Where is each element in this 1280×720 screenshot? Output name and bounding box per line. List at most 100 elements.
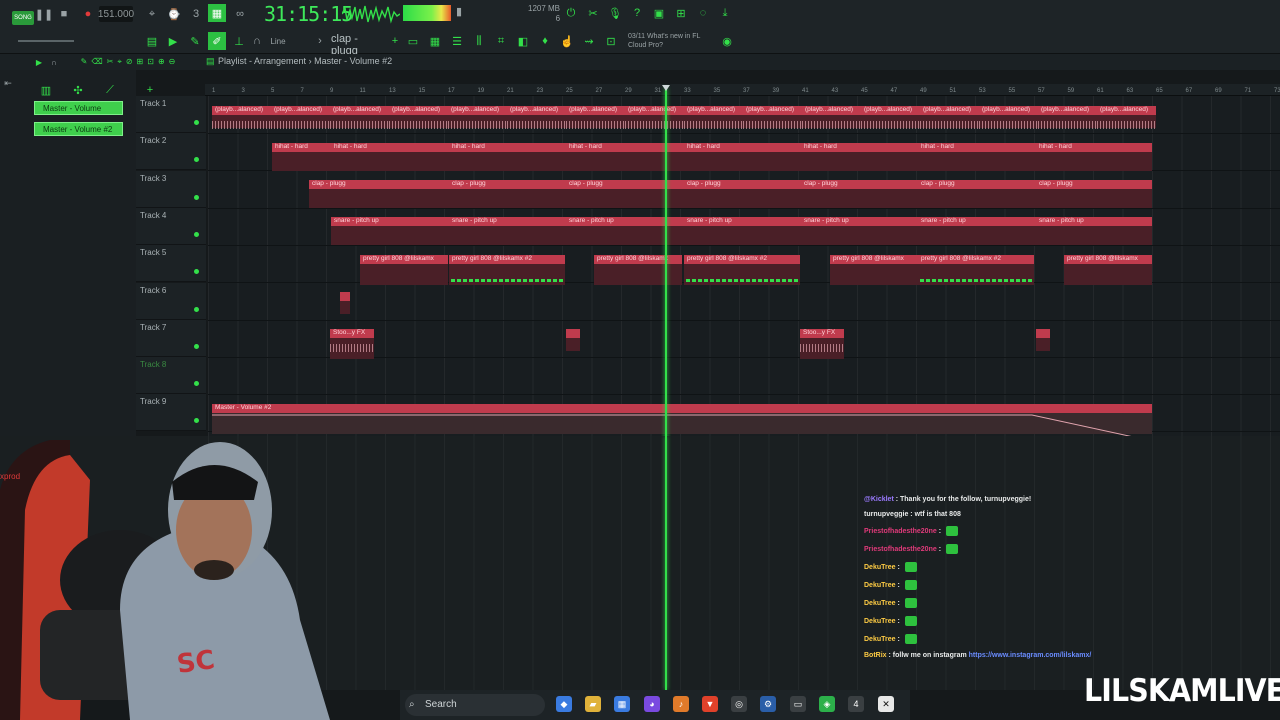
time-display[interactable]: 31:15:15 <box>264 2 353 26</box>
master-pitch-knob[interactable]: ▮ <box>455 5 463 18</box>
play-pattern-icon[interactable]: ▶ <box>166 34 180 48</box>
chat-username[interactable]: DekuTree <box>864 636 896 643</box>
help-icon[interactable]: ? <box>630 6 644 20</box>
playhead-marker-icon[interactable] <box>662 85 670 91</box>
track-mute-led[interactable] <box>194 269 199 275</box>
playlist-clip[interactable]: Stoo...y FX <box>330 329 374 359</box>
playlist-clip[interactable]: clap - plugg <box>684 180 801 208</box>
picker-patterns-icon[interactable]: ▥ <box>40 84 52 97</box>
capcut-icon[interactable]: ✕ <box>878 696 894 712</box>
playlist-clip[interactable]: hihat - hard <box>272 143 331 171</box>
playlist-clip[interactable]: (playb...alanced) <box>861 106 920 129</box>
channel-rack-icon[interactable]: ▦ <box>428 34 442 48</box>
faders-icon[interactable]: ⫼ <box>472 34 486 48</box>
track-header[interactable]: Track 7 <box>136 319 206 357</box>
playlist-clip[interactable]: hihat - hard <box>1036 143 1152 171</box>
app-icon-2[interactable]: ◈ <box>819 696 835 712</box>
playlist-clip[interactable]: clap - plugg <box>449 180 566 208</box>
playlist-clip[interactable]: Stoo...y FX <box>800 329 844 359</box>
playlist-clip[interactable]: (playb...alanced) <box>979 106 1038 129</box>
track-mute-led[interactable] <box>194 157 199 163</box>
playlist-clip[interactable]: (playb...alanced) <box>1097 106 1156 129</box>
countdown-icon[interactable]: 3 <box>188 6 204 22</box>
pencil-icon[interactable]: ✎ <box>188 34 202 48</box>
picker-item-2[interactable]: Master - Volume #2 <box>34 122 123 136</box>
playlist-clip[interactable]: hihat - hard <box>449 143 566 171</box>
track-header[interactable]: Track 4 <box>136 207 206 245</box>
playlist-clip[interactable]: (playb...alanced) <box>389 106 448 129</box>
track-mute-led[interactable] <box>194 194 199 200</box>
playlist-clip[interactable]: snare - pitch up <box>801 217 918 245</box>
track-mute-led[interactable] <box>194 343 199 349</box>
track-mute-led[interactable] <box>194 120 199 125</box>
chat-username[interactable]: DekuTree <box>864 600 896 607</box>
plugin-icon[interactable]: ⊞ <box>674 6 688 20</box>
track-header[interactable]: Track 3 <box>136 170 206 208</box>
playlist-clip[interactable]: (playb...alanced) <box>507 106 566 129</box>
track-mute-led[interactable] <box>194 306 199 312</box>
magnet-icon[interactable]: ∩ <box>252 34 262 48</box>
playlist-clip[interactable]: snare - pitch up <box>449 217 566 245</box>
playlist-clip[interactable]: pretty girl 808 @lilskamx <box>1064 255 1152 285</box>
playlist-clip[interactable]: (playb...alanced) <box>566 106 625 129</box>
play-icon[interactable]: ▶ <box>34 57 44 67</box>
wait-icon[interactable]: ⌚ <box>166 6 182 22</box>
track-header[interactable]: Track 1 <box>136 96 206 133</box>
song-mode-badge[interactable]: SONG <box>12 11 34 25</box>
browser-icon[interactable]: ⌗ <box>494 34 508 48</box>
playlist-clip[interactable]: pretty girl 808 @lilskamx <box>830 255 918 285</box>
playlist-clip[interactable]: (playb...alanced) <box>802 106 861 129</box>
snap-selector[interactable]: Line <box>266 34 290 48</box>
playlist-clip[interactable]: clap - plugg <box>918 180 1036 208</box>
playlist-clip[interactable]: (playb...alanced) <box>330 106 389 129</box>
power-icon[interactable]: ⏻ <box>564 6 578 20</box>
playlist-clip[interactable]: hihat - hard <box>801 143 918 171</box>
plugin-picker-icon[interactable]: ◧ <box>516 34 530 48</box>
playlist-clip[interactable]: hihat - hard <box>684 143 801 171</box>
pause-icon[interactable]: ❚❚ <box>35 8 53 21</box>
touch-keyboard-icon[interactable]: ☝ <box>560 34 574 48</box>
chat-username[interactable]: DekuTree <box>864 582 896 589</box>
playlist-clip[interactable]: (playb...alanced) <box>271 106 330 129</box>
obs-icon[interactable]: ◎ <box>731 696 747 712</box>
playlist-clip[interactable]: (playb...alanced) <box>743 106 802 129</box>
cart-icon[interactable]: ⊡ <box>604 34 618 48</box>
chat-username[interactable]: Priestofhadesthe20ne <box>864 546 937 553</box>
pattern-selector[interactable]: clap - plugg <box>331 33 387 57</box>
playlist-clip[interactable]: snare - pitch up <box>684 217 801 245</box>
playlist-clip[interactable] <box>566 329 580 351</box>
snap-icon[interactable]: ▤ <box>144 34 160 48</box>
picker-add-icon[interactable]: + <box>144 84 156 96</box>
online-status-icon[interactable]: ◉ <box>720 34 734 48</box>
discord-icon[interactable]: ◕ <box>644 696 660 712</box>
save-icon[interactable]: ▣ <box>652 6 666 20</box>
playlist-clip[interactable]: (playb...alanced) <box>920 106 979 129</box>
4k-app-icon[interactable]: 4 <box>848 696 864 712</box>
track-mute-led[interactable] <box>194 381 199 387</box>
playlist-clip[interactable]: (playb...alanced) <box>1038 106 1097 129</box>
mixer-icon[interactable]: ▭ <box>406 34 420 48</box>
playlist-clip[interactable]: clap - plugg <box>309 180 449 208</box>
playlist-clip[interactable] <box>340 292 350 314</box>
snap-magnet-icon[interactable]: ∩ <box>48 57 60 67</box>
playlist-clip[interactable]: snare - pitch up <box>331 217 449 245</box>
chat-link[interactable]: https://www.instagram.com/lilskamx/ <box>969 652 1092 659</box>
blend-notes-icon[interactable]: ▦ <box>208 4 226 22</box>
chat-username[interactable]: BotRix <box>864 652 887 659</box>
store-icon[interactable]: ▦ <box>614 696 630 712</box>
playlist-clip[interactable]: pretty girl 808 @lilskamx <box>594 255 682 285</box>
playlist-clip[interactable]: clap - plugg <box>801 180 918 208</box>
playlist-clip[interactable]: (playb...alanced) <box>684 106 743 129</box>
picker-clips-icon[interactable]: ✣ <box>72 84 84 97</box>
download-icon[interactable]: ⤓ <box>718 6 732 20</box>
add-pattern-icon[interactable]: + <box>390 34 400 48</box>
taskbar-search[interactable]: ⌕ Search <box>405 694 545 716</box>
playlist-clip[interactable]: pretty girl 808 @lilskamx <box>360 255 448 285</box>
chat-username[interactable]: @Kicklet <box>864 496 894 503</box>
brush-icon[interactable]: ✐ <box>208 32 226 50</box>
mic-icon[interactable]: 🎙 <box>608 6 622 20</box>
steam-icon[interactable]: ⚙ <box>760 696 776 712</box>
copilot-icon[interactable]: ◆ <box>556 696 572 712</box>
track-header[interactable]: Track 8 <box>136 357 206 395</box>
metronome-icon[interactable]: ⌖ <box>144 6 160 22</box>
